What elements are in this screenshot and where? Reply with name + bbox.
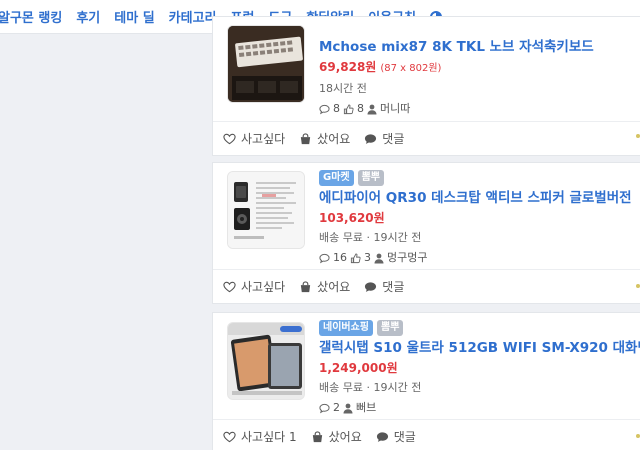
heart-icon — [223, 431, 236, 442]
user-icon — [374, 253, 384, 263]
author-name[interactable]: 뻐브 — [356, 401, 376, 415]
heart-icon — [223, 133, 236, 144]
tablet-product-image — [228, 323, 304, 399]
deal-info: 네이버쇼핑 뽐뿌 갤럭시탭 S10 울트라 512GB WIFI SM-X920… — [319, 320, 640, 415]
comment-label: 댓글 — [393, 430, 416, 444]
want-label: 사고싶다 — [241, 280, 286, 294]
deal-meta: 배송 무료 · 19시간 전 — [319, 231, 422, 244]
comment-count: 16 — [333, 251, 347, 264]
deal-info: Mchose mix87 8K TKL 노브 자석축키보드 69,828원 (87… — [319, 37, 640, 116]
bought-label: 샀어요 — [317, 132, 351, 146]
comment-button[interactable]: 댓글 — [364, 130, 404, 147]
want-button[interactable]: 사고싶다 — [223, 130, 285, 147]
deal-actions: 사고싶다 샀어요 댓글 — [213, 269, 640, 303]
speech-bubble-icon — [365, 281, 377, 292]
deal-meta: 18시간 전 — [319, 82, 367, 95]
comment-icon — [319, 403, 330, 413]
want-label: 사고싶다 1 — [241, 430, 297, 444]
comment-count: 2 — [333, 401, 340, 414]
deal-tags: G마켓 뽐뿌 — [319, 170, 640, 186]
shop-tag[interactable]: 네이버쇼핑 — [319, 320, 373, 336]
author-name[interactable]: 멍구멍구 — [387, 251, 427, 265]
deal-tags: 네이버쇼핑 뽐뿌 — [319, 320, 640, 336]
nav-ranking[interactable]: 알구몬 랭킹 — [0, 7, 62, 26]
want-button[interactable]: 사고싶다 1 — [223, 428, 297, 445]
comment-icon — [319, 104, 330, 114]
bought-button[interactable]: 샀어요 — [299, 130, 350, 147]
nav-theme-deals[interactable]: 테마 딜 — [114, 7, 154, 26]
deal-title[interactable]: 갤럭시탭 S10 울트라 512GB WIFI SM-X920 대화면 — [319, 338, 640, 358]
nav-categories[interactable]: 카테고리 — [169, 7, 217, 26]
want-button[interactable]: 사고싶다 — [223, 278, 285, 295]
deal-price: 69,828원 — [319, 60, 377, 74]
comment-button[interactable]: 댓글 — [364, 278, 404, 295]
user-icon — [367, 104, 377, 114]
product-thumbnail[interactable] — [227, 25, 305, 103]
thumbs-up-icon — [343, 103, 354, 114]
deal-price: 1,249,000원 — [319, 361, 398, 375]
thumbs-up-icon — [350, 252, 361, 263]
speech-bubble-icon — [376, 431, 388, 442]
deal-price-detail: (87 x 802원) — [380, 63, 442, 74]
nav-reviews[interactable]: 후기 — [76, 7, 100, 26]
user-icon — [343, 403, 353, 413]
price-row: 1,249,000원 — [319, 360, 640, 376]
deal-info: G마켓 뽐뿌 에디파이어 QR30 데스크탑 액티브 스피커 글로벌버전 103… — [319, 170, 640, 265]
shop-tag[interactable]: G마켓 — [319, 170, 354, 186]
deal-stats: 2 뻐브 — [319, 401, 640, 415]
deal-card: 네이버쇼핑 뽐뿌 갤럭시탭 S10 울트라 512GB WIFI SM-X920… — [212, 312, 640, 450]
comment-button[interactable]: 댓글 — [376, 428, 416, 445]
like-count: 3 — [364, 251, 371, 264]
keyboard-product-image — [228, 26, 304, 102]
deal-stats: 8 8 머니따 — [319, 102, 640, 116]
author-name[interactable]: 머니따 — [380, 102, 410, 116]
shopping-bag-icon — [301, 280, 311, 292]
deal-actions: 사고싶다 샀어요 댓글 — [213, 121, 640, 155]
deal-card: G마켓 뽐뿌 에디파이어 QR30 데스크탑 액티브 스피커 글로벌버전 103… — [212, 162, 640, 304]
deal-card: Mchose mix87 8K TKL 노브 자석축키보드 69,828원 (87… — [212, 16, 640, 156]
bought-button[interactable]: 샀어요 — [311, 428, 362, 445]
bought-label: 샀어요 — [317, 280, 351, 294]
deal-price: 103,620원 — [319, 211, 385, 225]
deal-meta: 배송 무료 · 19시간 전 — [319, 381, 422, 394]
shopping-bag-icon — [301, 132, 311, 144]
speaker-product-image — [228, 172, 304, 248]
price-row: 103,620원 — [319, 210, 640, 226]
side-indicator-dot — [636, 134, 640, 138]
comment-icon — [319, 253, 330, 263]
product-thumbnail[interactable] — [227, 322, 305, 400]
comment-label: 댓글 — [382, 280, 405, 294]
price-row: 69,828원 (87 x 802원) — [319, 59, 640, 77]
source-tag[interactable]: 뽐뿌 — [377, 320, 404, 336]
bought-label: 샀어요 — [328, 430, 362, 444]
comment-count: 8 — [333, 102, 340, 115]
heart-icon — [223, 281, 236, 292]
side-indicator-dot — [636, 284, 640, 288]
shopping-bag-icon — [312, 430, 322, 442]
deal-title[interactable]: Mchose mix87 8K TKL 노브 자석축키보드 — [319, 37, 640, 57]
source-tag[interactable]: 뽐뿌 — [357, 170, 385, 186]
deal-actions: 사고싶다 1 샀어요 댓글 — [213, 419, 640, 450]
comment-label: 댓글 — [382, 132, 405, 146]
side-indicator-dot — [636, 434, 640, 438]
speech-bubble-icon — [365, 133, 377, 144]
want-label: 사고싶다 — [241, 132, 286, 146]
deal-title[interactable]: 에디파이어 QR30 데스크탑 액티브 스피커 글로벌버전 — [319, 188, 640, 208]
like-count: 8 — [357, 102, 364, 115]
product-thumbnail[interactable] — [227, 171, 305, 249]
deal-stats: 16 3 멍구멍구 — [319, 251, 640, 265]
bought-button[interactable]: 샀어요 — [299, 278, 350, 295]
